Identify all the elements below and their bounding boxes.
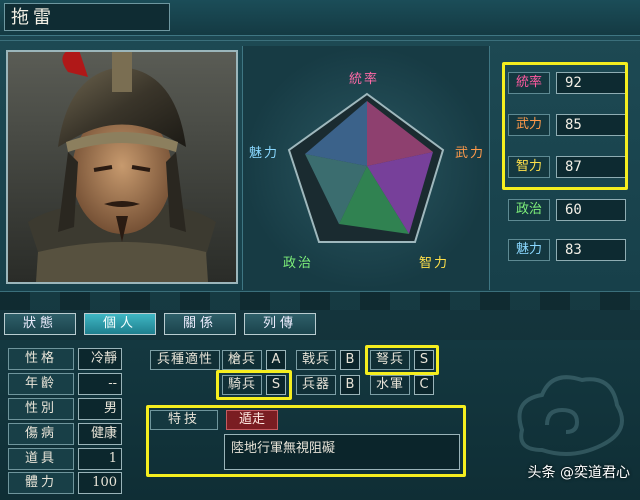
tab-biography[interactable]: 列傳 [244, 313, 316, 335]
radar-label-politics: 政治 [283, 256, 314, 271]
decorative-cloud-icon [517, 375, 624, 456]
radar-panel: 統率 武力 智力 政治 魅力 [242, 46, 490, 290]
character-portrait [6, 50, 238, 284]
radar-label-intelligence: 智力 [419, 256, 450, 271]
info-label-gender: 性別 [8, 398, 74, 420]
info-label-personality: 性格 [8, 348, 74, 370]
aptitude-unit-label: 水軍 [370, 375, 410, 395]
skill-name-badge[interactable]: 遁走 [226, 410, 278, 430]
radar-label-leadership: 統率 [349, 72, 380, 87]
title-bar: 拖雷 [0, 0, 640, 36]
watermark-text: 头条 @奕道君心 [527, 465, 630, 481]
aptitude-header: 兵種適性 [150, 350, 220, 370]
crossbow-highlight-box [365, 345, 439, 375]
info-value-age: -- [78, 373, 122, 395]
info-label-injury: 傷病 [8, 423, 74, 445]
cavalry-highlight-box [216, 370, 292, 400]
stats-highlight-box [502, 62, 628, 190]
character-screen: 拖雷 統率 武力 智力 政治 魅力 統率 92 武力 85 智力 87 政治 6… [0, 0, 640, 500]
character-name: 拖雷 [4, 3, 170, 31]
aptitude-grade: B [340, 375, 360, 395]
info-value-personality: 冷靜 [78, 348, 122, 370]
info-label-stamina: 體力 [8, 472, 74, 494]
info-label-items: 道具 [8, 448, 74, 470]
aptitude-grade: B [340, 350, 360, 370]
radar-label-charm: 魅力 [249, 146, 280, 161]
aptitude-grade: A [266, 350, 286, 370]
tab-status[interactable]: 狀態 [4, 313, 76, 335]
skill-label: 特技 [150, 410, 218, 430]
stat-label: 政治 [508, 199, 550, 221]
skill-description: 陸地行軍無視阻礙 [224, 434, 460, 470]
info-value-stamina: 100 [78, 472, 122, 494]
portrait-image [8, 52, 236, 282]
aptitude-unit-label: 兵器 [296, 375, 336, 395]
aptitude-unit-label: 槍兵 [222, 350, 262, 370]
aptitude-unit-label: 戟兵 [296, 350, 336, 370]
panel-divider [0, 292, 640, 310]
info-label-age: 年齡 [8, 373, 74, 395]
info-value-injury: 健康 [78, 423, 122, 445]
stat-label: 魅力 [508, 239, 550, 261]
stat-value: 60 [556, 199, 626, 221]
info-value-gender: 男 [78, 398, 122, 420]
radar-label-war: 武力 [455, 146, 486, 161]
tab-personal[interactable]: 個人 [84, 313, 156, 335]
aptitude-grade: C [414, 375, 434, 395]
tab-relations[interactable]: 關係 [164, 313, 236, 335]
stat-value: 83 [556, 239, 626, 261]
info-value-items: 1 [78, 448, 122, 470]
